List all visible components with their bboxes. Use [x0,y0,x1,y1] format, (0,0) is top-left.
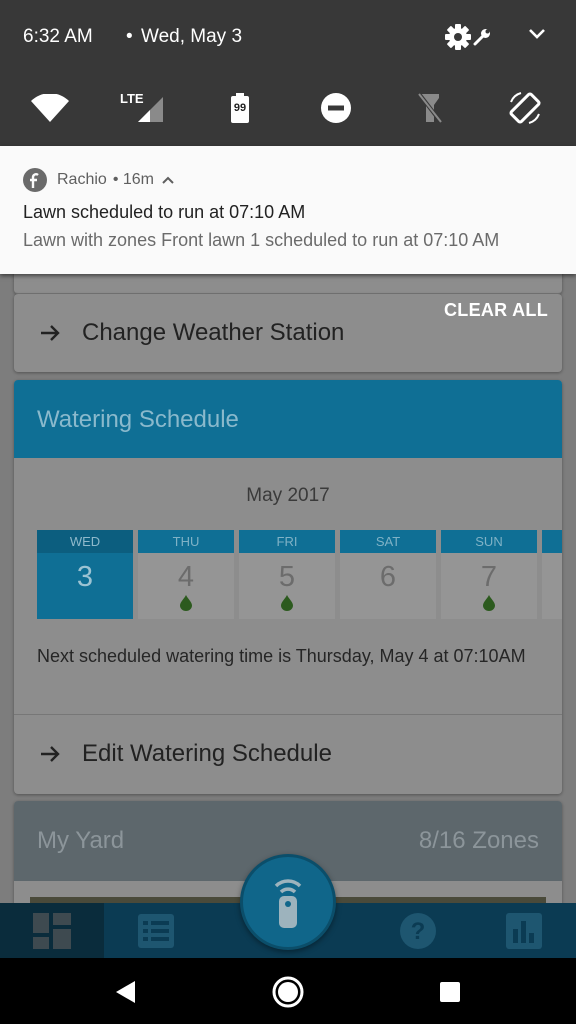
signal-icon [138,97,163,122]
day-number: 5 [278,561,296,593]
calendar-month: May 2017 [246,485,330,506]
home-button[interactable] [270,974,306,1010]
watering-schedule-card: Watering Schedule May 2017 WED 3 THU 4 F… [14,380,562,794]
nav-help[interactable]: ? [366,903,470,958]
arrow-right-icon [38,742,62,766]
date[interactable]: Wed, May 3 [141,26,242,48]
battery-tile[interactable]: 99 [216,86,264,130]
day-of-week: SAT [340,530,436,553]
calendar-day-fri[interactable]: FRI 5 [239,530,335,619]
watering-schedule-title: Watering Schedule [14,380,562,458]
day-number: 7 [480,561,498,593]
water-drop-icon [281,595,293,611]
remote-icon [274,879,302,928]
chevron-up-icon[interactable] [162,176,174,184]
recents-icon [440,982,460,1002]
clear-all-button[interactable]: CLEAR ALL [444,300,548,321]
arrow-right-icon [38,321,62,345]
clock: 6:32 AM [23,26,93,47]
calendar-day-sat[interactable]: SAT 6 [340,530,436,619]
water-drop-icon [180,595,192,611]
wifi-icon [31,94,69,122]
day-of-week: WED [37,530,133,553]
day-of-week [542,530,562,553]
notification-header: Rachio • 16m [23,168,174,192]
battery-icon: 99 [231,93,249,123]
edit-watering-schedule-button[interactable]: Edit Watering Schedule [14,715,562,793]
dnd-icon [321,93,351,123]
edit-watering-schedule-label: Edit Watering Schedule [82,740,332,767]
flashlight-icon [418,93,442,123]
wrench-icon [473,29,490,46]
calendar-days: WED 3 THU 4 FRI 5 SAT 6 SUN 7 [37,530,562,619]
notification-title: Lawn scheduled to run at 07:10 AM [23,202,306,222]
day-of-week: THU [138,530,234,553]
screen: Change Weather Station Watering Schedule… [0,0,576,1024]
battery-level: 99 [233,102,247,114]
calendar-day-wed[interactable]: WED 3 [37,530,133,619]
home-icon [272,976,304,1008]
notification-text: Lawn with zones Front lawn 1 scheduled t… [23,230,500,250]
nav-stats[interactable] [472,903,576,958]
settings-icon[interactable] [445,24,471,50]
recents-button[interactable] [432,974,468,1010]
separator: • [126,26,133,47]
back-icon [116,981,135,1003]
chevron-down-icon[interactable] [528,28,546,40]
do-not-disturb-tile[interactable] [312,86,360,130]
rachio-app-icon [23,168,47,192]
wifi-tile[interactable] [26,86,74,130]
nav-list[interactable] [104,903,208,958]
notification-age: • 16m [112,171,154,188]
remote-button[interactable] [240,854,336,950]
day-of-week: SUN [441,530,537,553]
auto-rotate-tile[interactable] [501,86,549,130]
shade-header: 6:32 AM • Wed, May 3 [23,24,546,52]
zones-count: 8/16 Zones [418,827,539,854]
help-icon: ? [400,912,436,949]
calendar-day-thu[interactable]: THU 4 [138,530,234,619]
notification-app-name: Rachio [57,171,107,188]
list-icon [138,913,174,948]
water-drop-icon [483,595,495,611]
change-weather-station-label: Change Weather Station [82,319,345,346]
day-number: 3 [76,561,94,593]
auto-rotate-icon [509,92,541,124]
calendar-day-partial[interactable] [542,530,562,619]
dashboard-icon [33,912,71,949]
system-navigation-bar [0,958,576,1024]
day-of-week: FRI [239,530,335,553]
calendar-day-sun[interactable]: SUN 7 [441,530,537,619]
back-button[interactable] [108,974,144,1010]
flashlight-tile[interactable] [406,86,454,130]
svg-text:?: ? [411,918,426,945]
my-yard-title: My Yard [37,827,125,854]
rachio-notification[interactable]: Rachio • 16m Lawn scheduled to run at 07… [0,146,576,274]
quick-settings-panel: 6:32 AM • Wed, May 3 LTE 99 [0,0,576,146]
chart-icon [506,912,542,949]
day-number: 4 [177,561,195,593]
nav-dashboard[interactable] [0,903,104,958]
day-number: 6 [379,561,397,593]
mobile-data-tile[interactable]: LTE [118,86,166,130]
next-watering-text: Next scheduled watering time is Thursday… [37,646,526,666]
